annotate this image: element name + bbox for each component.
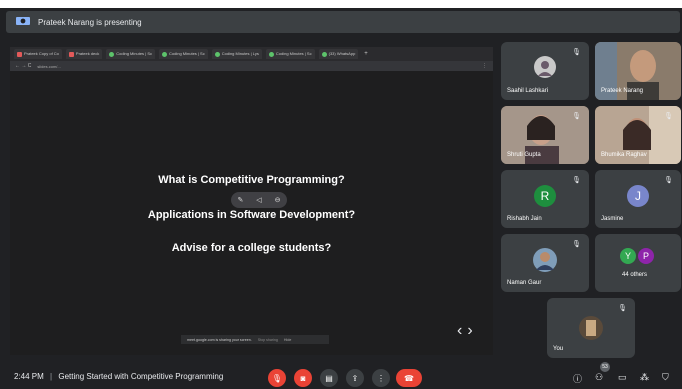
mic-muted-icon: 🎙 (572, 241, 581, 248)
captions-icon: ▤ (325, 373, 333, 383)
mic-toggle-button[interactable]: 🎙 (268, 369, 286, 387)
meeting-info: 2:44 PM | Getting Started with Competiti… (14, 372, 223, 381)
participant-name: Naman Gaur (507, 280, 542, 286)
bottom-control-bar: 2:44 PM | Getting Started with Competiti… (0, 360, 682, 389)
participant-name: Jasmine (601, 216, 624, 222)
tab-favicon-icon (162, 51, 167, 57)
browser-tab[interactable]: Prateek deck (65, 49, 103, 59)
share-notice-text: meet.google.com is sharing your screen. (187, 337, 252, 342)
participant-name: Shruti Gupta (507, 152, 541, 158)
mic-muted-icon: 🎙 (618, 305, 627, 312)
participant-tile[interactable]: 🎙 Shruti Gupta (501, 106, 589, 164)
tab-favicon-icon (214, 51, 220, 57)
tab-favicon-icon (68, 51, 74, 57)
avatar (579, 316, 603, 340)
participant-tile[interactable]: 🎙 Naman Gaur (501, 234, 589, 292)
participant-tile[interactable]: 🎙 J Jasmine (595, 170, 681, 228)
browser-tab[interactable]: (33) WhatsApp (318, 49, 359, 59)
participant-tile[interactable]: 🎙 Bhumika Raghav (595, 106, 681, 164)
present-icon: ⇪ (351, 373, 359, 383)
url-text[interactable]: slides.com/... (37, 64, 60, 69)
browser-tab[interactable]: Coding Minutes | Sc (159, 49, 208, 59)
presenting-banner: Prateek Narang is presenting (6, 11, 680, 33)
new-tab-icon[interactable]: + (364, 51, 368, 57)
meeting-title: Getting Started with Competitive Program… (58, 372, 224, 381)
floating-presenter-controls: ✎ ◁ ⊖ (231, 192, 287, 208)
more-options-button[interactable]: ⋮ (372, 369, 390, 387)
browser-tab[interactable]: Coding Minutes | Sc (106, 49, 155, 59)
more-vert-icon: ⋮ (377, 373, 385, 383)
tab-favicon-icon (17, 51, 22, 57)
mic-muted-icon: 🎙 (664, 113, 673, 120)
participant-name: Rishabh Jain (507, 216, 542, 222)
browser-nav-icons[interactable]: ← → C (15, 63, 31, 69)
prev-slide-icon[interactable]: ‹ (457, 322, 467, 339)
minus-circle-icon[interactable]: ⊖ (275, 196, 281, 204)
screen-share-notice: meet.google.com is sharing your screen. … (181, 335, 329, 344)
slide-line-2: Applications in Software Development? (147, 209, 356, 221)
avatar-initial: Y (620, 248, 636, 264)
slide-line-1: What is Competitive Programming? (158, 174, 345, 186)
mic-muted-icon: 🎙 (572, 177, 581, 184)
mic-off-icon: 🎙 (271, 373, 283, 383)
browser-tab[interactable]: Prateek Copy of Co (14, 49, 62, 59)
separator: | (50, 372, 53, 381)
tab-favicon-icon (268, 51, 274, 57)
stop-sharing-button[interactable]: Stop sharing (258, 338, 278, 342)
participant-name: Bhumika Raghav (601, 152, 647, 158)
mic-off-icon[interactable]: ✎ (237, 196, 243, 204)
self-tile[interactable]: 🎙 You (547, 298, 635, 358)
present-screen-button[interactable]: ⇪ (346, 369, 364, 387)
browser-tab[interactable]: Coding Minutes | Lys (211, 49, 262, 59)
participant-tile[interactable]: Prateek Narang (595, 42, 681, 100)
chat-icon[interactable]: ▭ (618, 372, 627, 383)
participant-tile[interactable]: 🎙 Saahil Lashkari (501, 42, 589, 100)
people-count-badge: 53 (600, 362, 610, 372)
end-call-icon: ☎ (404, 373, 414, 383)
browser-menu-icon[interactable]: ⋮ (482, 63, 487, 69)
avatar-initial: J (627, 184, 649, 207)
hide-button[interactable]: Hide (284, 338, 291, 342)
camera-off-icon: ◙ (300, 373, 306, 383)
participant-tile-others[interactable]: Y P 44 others (595, 234, 681, 292)
mic-muted-icon: 🎙 (572, 113, 581, 120)
mic-muted-icon: 🎙 (664, 177, 673, 184)
host-controls-icon[interactable]: ⛉ (662, 372, 669, 383)
presentation-icon (16, 17, 30, 25)
leave-call-button[interactable]: ☎ (396, 369, 422, 387)
presenting-text: Prateek Narang is presenting (38, 17, 142, 27)
clock-time: 2:44 PM (14, 372, 44, 381)
volume-icon[interactable]: ◁ (256, 196, 261, 204)
slide-line-3: Advise for a college students? (171, 242, 332, 254)
participant-name: You (553, 346, 564, 352)
participant-name: Prateek Narang (601, 88, 644, 94)
people-icon[interactable]: ⚇ (595, 372, 603, 383)
participant-tile[interactable]: 🎙 R Rishabh Jain (501, 170, 589, 228)
browser-url-bar: ← → C slides.com/... ⋮ (10, 61, 493, 71)
activities-icon[interactable]: ⁂ (640, 372, 649, 383)
avatar-initial: P (638, 248, 654, 264)
browser-tabs: Prateek Copy of Co Prateek deck Coding M… (10, 47, 493, 61)
tab-favicon-icon (109, 51, 115, 57)
top-strip (0, 0, 682, 8)
browser-tab[interactable]: Coding Minutes | Sc (265, 49, 315, 59)
shared-screen: Prateek Copy of Co Prateek deck Coding M… (10, 47, 493, 355)
slide-nav-arrows[interactable]: ‹› (457, 322, 478, 340)
mic-muted-icon: 🎙 (572, 49, 581, 56)
info-icon[interactable]: ⓘ (573, 372, 582, 385)
participant-name: Saahil Lashkari (507, 88, 549, 94)
captions-button[interactable]: ▤ (320, 369, 338, 387)
avatar-initial: R (534, 184, 556, 207)
participant-name: 44 others (622, 272, 648, 278)
avatar (533, 248, 557, 272)
next-slide-icon[interactable]: › (467, 322, 477, 339)
tab-favicon-icon (321, 51, 327, 57)
avatar (534, 56, 556, 78)
camera-toggle-button[interactable]: ◙ (294, 369, 312, 387)
